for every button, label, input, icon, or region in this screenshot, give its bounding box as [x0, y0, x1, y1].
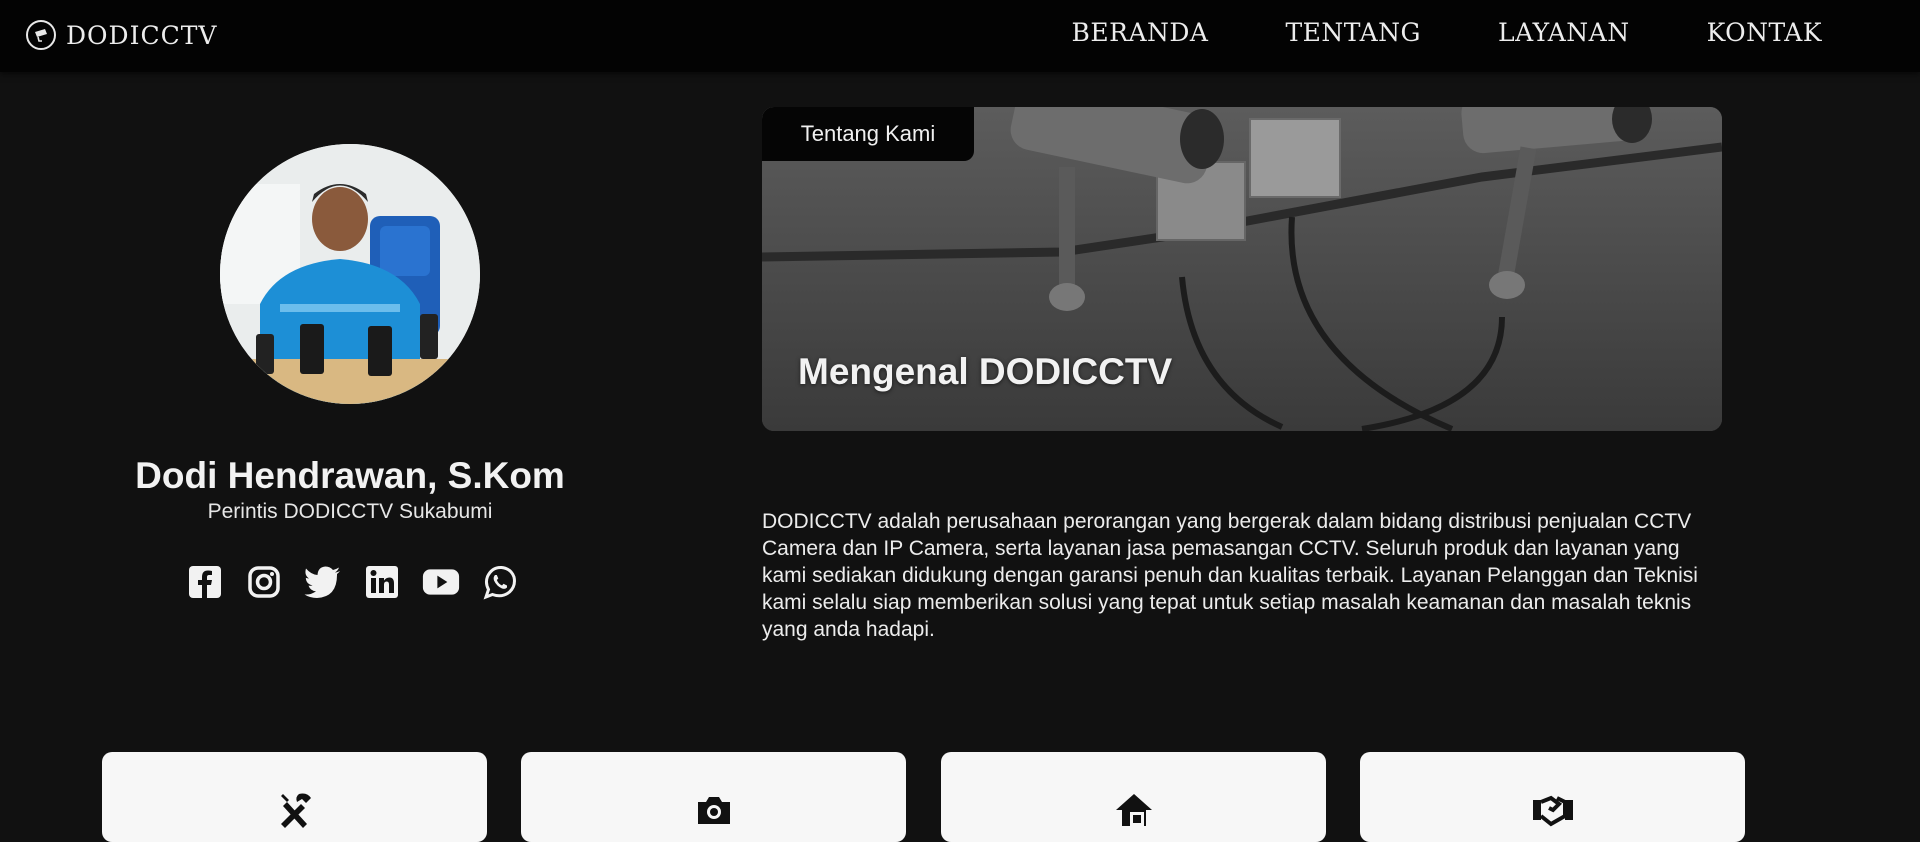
handshake-icon	[1532, 795, 1573, 827]
service-card-camera[interactable]	[521, 752, 906, 842]
profile-name: Dodi Hendrawan, S.Kom	[135, 455, 565, 496]
youtube-icon[interactable]	[422, 563, 460, 601]
brand[interactable]: DODICCTV	[26, 20, 217, 50]
cctv-logo-icon	[26, 20, 56, 50]
linkedin-icon[interactable]	[363, 563, 401, 601]
nav-link-layanan[interactable]: LAYANAN	[1498, 18, 1630, 47]
camera-icon	[697, 797, 730, 824]
social-links	[186, 562, 519, 602]
about-description: DODICCTV adalah perusahaan perorangan ya…	[762, 510, 1698, 641]
instagram-icon[interactable]	[245, 563, 283, 601]
profile-avatar	[220, 144, 480, 404]
banner-tag: Tentang Kami	[762, 107, 974, 161]
nav-menu: BERANDA TENTANG LAYANAN KONTAK	[1072, 18, 1823, 47]
service-card-home-security[interactable]	[941, 752, 1326, 842]
facebook-icon[interactable]	[186, 563, 224, 601]
nav-link-tentang[interactable]: TENTANG	[1285, 18, 1421, 47]
home-security-icon	[1115, 794, 1152, 826]
service-card-installation[interactable]	[102, 752, 487, 842]
nav-link-kontak[interactable]: KONTAK	[1707, 18, 1822, 47]
twitter-icon[interactable]	[304, 563, 342, 601]
service-card-partnership[interactable]	[1360, 752, 1745, 842]
nav-link-beranda[interactable]: BERANDA	[1072, 18, 1209, 47]
navbar: DODICCTV BERANDA TENTANG LAYANAN KONTAK	[0, 0, 1920, 72]
tools-icon	[280, 793, 311, 828]
banner-title: Mengenal DODICCTV	[798, 351, 1173, 392]
whatsapp-icon[interactable]	[481, 563, 519, 601]
about-banner: Tentang Kami Mengenal DODICCTV	[762, 107, 1722, 431]
brand-name: DODICCTV	[66, 20, 218, 50]
profile-role: Perintis DODICCTV Sukabumi	[207, 500, 493, 523]
